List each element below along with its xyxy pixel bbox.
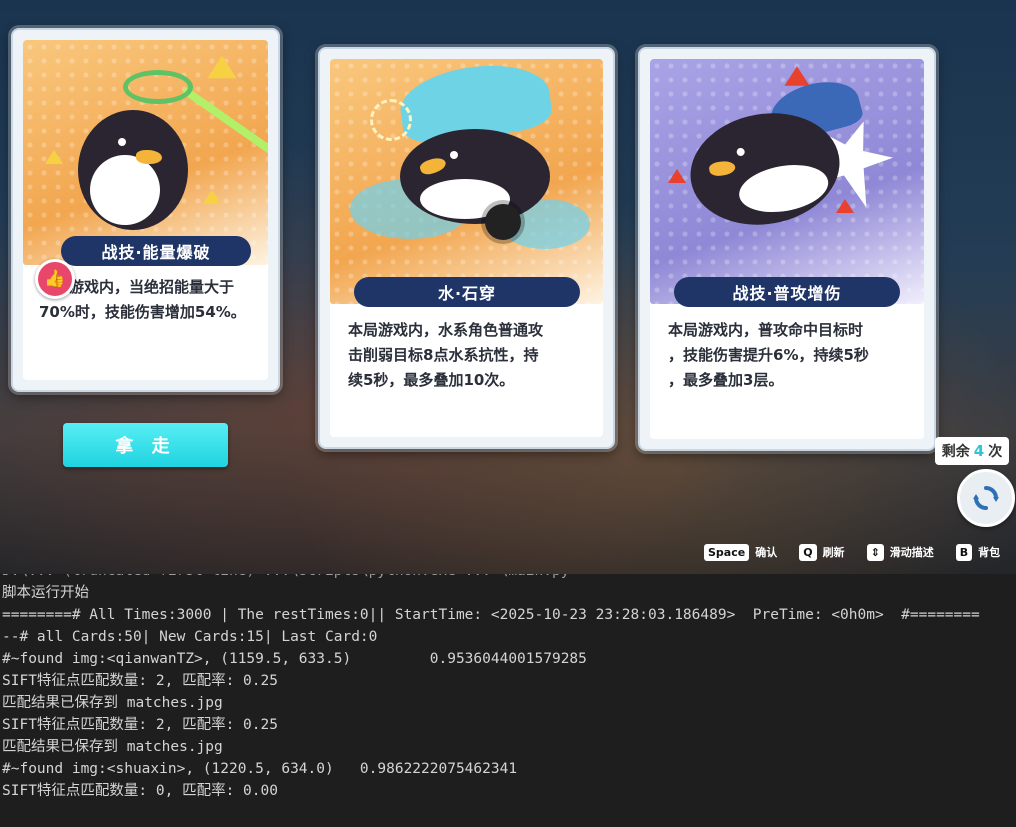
card-2-art — [330, 59, 603, 304]
penguin-illustration — [78, 110, 188, 230]
remaining-count: 4 — [973, 442, 985, 460]
card-1-inner — [23, 40, 268, 380]
card-2-description: 本局游戏内，水系角色普通攻 击削弱目标8点水系抗性，持 续5秒，最多叠加10次。 — [348, 321, 544, 389]
space-key-icon: Space — [704, 543, 750, 561]
keyboard-hints: Space 确认 Q 刷新 ⇕ 滑动描述 B 背包 — [704, 541, 1000, 563]
refresh-button[interactable] — [957, 469, 1015, 527]
card-3-title: 战技·普攻增伤 — [674, 277, 900, 307]
hint-confirm-label: 确认 — [755, 546, 778, 559]
card-3-art — [650, 59, 924, 304]
card-1-art — [23, 40, 268, 265]
skill-card-2[interactable]: 水·石穿 本局游戏内，水系角色普通攻 击削弱目标8点水系抗性，持 续5秒，最多叠… — [318, 47, 615, 449]
console-line: #~found img:<qianwanTZ>, (1159.5, 633.5)… — [2, 651, 587, 667]
penguin-illustration — [400, 129, 550, 224]
hint-scroll-label: 滑动描述 — [889, 546, 934, 559]
console-line: 匹配结果已保存到 matches.jpg — [2, 739, 223, 755]
buff-arrow-icon — [668, 169, 686, 183]
hint-refresh-label: 刷新 — [822, 546, 845, 559]
thumbs-up-icon: 👍 — [35, 259, 75, 299]
skill-card-3[interactable]: 战技·普攻增伤 本局游戏内，普攻命中目标时 ，技能伤害提升6%，持续5秒 ，最多… — [638, 47, 936, 451]
card-1-title: 战技·能量爆破 — [61, 236, 251, 266]
refresh-icon — [973, 486, 999, 510]
buff-arrow-icon — [207, 55, 237, 79]
buff-arrow-icon — [203, 190, 221, 204]
console-output: D:\... (truncated first line) ...\script… — [0, 574, 1016, 827]
console-line: SIFT特征点匹配数量: 0, 匹配率: 0.00 — [2, 783, 278, 799]
console-line-truncated: D:\... (truncated first line) ...\script… — [2, 574, 569, 582]
console-line: --# all Cards:50| New Cards:15| Last Car… — [2, 629, 378, 645]
card-3-description: 本局游戏内，普攻命中目标时 ，技能伤害提升6%，持续5秒 ，最多叠加3层。 — [668, 321, 869, 389]
take-button[interactable]: 拿 走 — [63, 423, 228, 467]
remaining-suffix: 次 — [988, 444, 1003, 460]
hint-confirm: Space 确认 — [704, 543, 778, 561]
b-key-icon: B — [955, 543, 973, 561]
remaining-prefix: 剩余 — [941, 444, 970, 460]
console-line: 匹配结果已保存到 matches.jpg — [2, 695, 223, 711]
console-line: SIFT特征点匹配数量: 2, 匹配率: 0.25 — [2, 717, 278, 733]
hint-bag: B 背包 — [955, 543, 1001, 561]
q-key-icon: Q — [799, 543, 817, 561]
buff-arrow-icon — [836, 199, 854, 213]
up-down-arrows-icon: ⇕ — [866, 543, 884, 561]
remaining-refreshes-badge: 剩余 4 次 — [935, 437, 1009, 465]
console-line: 脚本运行开始 — [2, 585, 89, 601]
game-screen: 👍 战技·能量爆破 本局游戏内，当绝招能量大于 70%时，技能伤害增加54%。 … — [0, 0, 1016, 574]
console-line: ========# All Times:3000 | The restTimes… — [2, 607, 980, 623]
buff-arrow-icon — [784, 66, 810, 86]
console-line: SIFT特征点匹配数量: 2, 匹配率: 0.25 — [2, 673, 278, 689]
buff-arrow-icon — [45, 150, 63, 164]
hint-bag-label: 背包 — [978, 546, 1001, 559]
console-line: #~found img:<shuaxin>, (1220.5, 634.0) 0… — [2, 761, 518, 777]
card-2-title: 水·石穿 — [354, 277, 580, 307]
hint-scroll: ⇕ 滑动描述 — [866, 543, 934, 561]
skill-card-1[interactable]: 👍 战技·能量爆破 本局游戏内，当绝招能量大于 70%时，技能伤害增加54%。 — [11, 28, 280, 392]
hint-refresh: Q 刷新 — [799, 543, 845, 561]
